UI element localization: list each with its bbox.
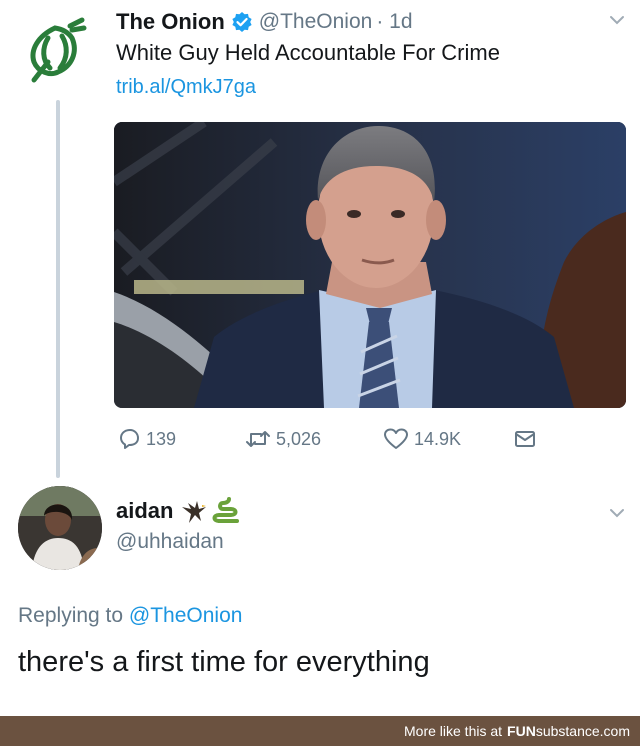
replying-prefix: Replying to — [18, 604, 124, 627]
onion-avatar[interactable] — [18, 14, 92, 88]
verified-badge-icon — [231, 11, 253, 33]
tweet-photo[interactable] — [114, 122, 626, 408]
replying-to: Replying to @TheOnion — [18, 604, 242, 628]
watermark-banner[interactable]: More like this at FUNsubstance.com — [0, 716, 640, 746]
eagle-emoji-icon — [182, 501, 207, 523]
thread-line — [56, 100, 60, 478]
reply-count: 139 — [146, 428, 177, 449]
chevron-down-icon[interactable] — [609, 14, 625, 26]
aidan-avatar[interactable] — [18, 486, 102, 570]
author-name[interactable]: The Onion — [116, 9, 225, 35]
author-handle[interactable]: @TheOnion — [259, 10, 373, 34]
chevron-down-icon[interactable] — [609, 507, 625, 519]
replying-mention[interactable]: @TheOnion — [129, 604, 243, 627]
tweet-text: White Guy Held Accountable For Crime — [116, 40, 500, 65]
reply-author: aidan — [116, 497, 241, 525]
reply-action[interactable]: 139 — [116, 424, 176, 454]
retweet-count: 5,026 — [276, 428, 322, 449]
like-action[interactable]: 14.9K — [382, 424, 461, 454]
tweet-header: The Onion @TheOnion · 1d — [116, 8, 413, 36]
tweet-actions: 139 5,026 14.9K — [116, 424, 556, 454]
like-count: 14.9K — [414, 428, 462, 449]
retweet-action[interactable]: 5,026 — [244, 424, 321, 454]
snake-emoji-icon — [213, 497, 240, 523]
reply-author-name[interactable]: aidan — [116, 498, 173, 524]
news-photo-image — [114, 122, 626, 408]
reply-text: there's a first time for everything — [18, 646, 430, 678]
heart-icon — [384, 428, 408, 449]
envelope-icon — [515, 431, 535, 447]
retweet-icon — [246, 431, 270, 447]
reply-icon — [120, 429, 139, 449]
footer-prefix: More like this at — [404, 723, 503, 739]
footer-brand: FUNsubstance.com — [507, 723, 630, 739]
tweet-link[interactable]: trib.al/QmkJ7ga — [116, 76, 256, 99]
onion-logo-icon — [30, 17, 87, 83]
tweet-time[interactable]: · 1d — [376, 10, 412, 34]
profile-photo-image — [18, 486, 102, 570]
reply-handle[interactable]: @uhhaidan — [116, 530, 224, 554]
footer-brand-bold: FUN — [507, 723, 536, 739]
footer-brand-rest: substance.com — [535, 723, 630, 739]
direct-message-action[interactable] — [512, 424, 538, 454]
